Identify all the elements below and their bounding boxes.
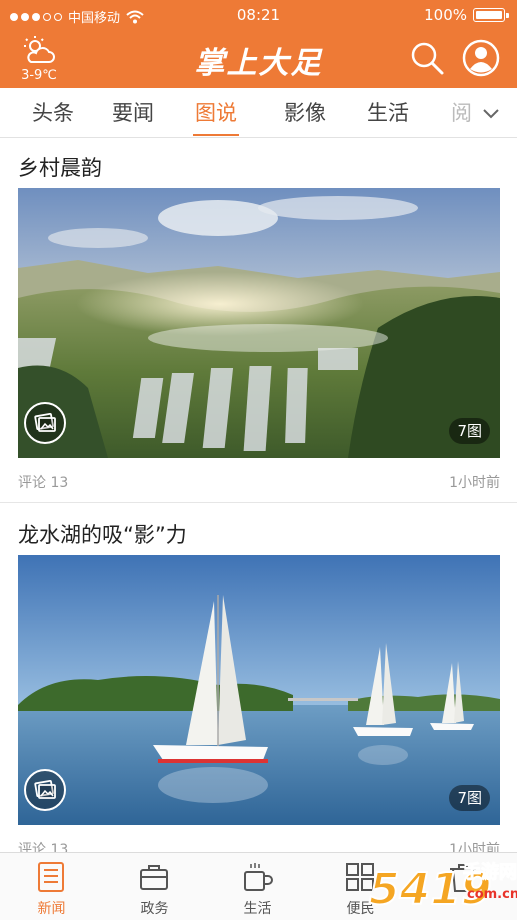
battery-percent: 100% — [424, 6, 467, 24]
nav-government[interactable]: 政务 — [103, 853, 206, 920]
gallery-icon — [24, 769, 66, 811]
article-photo[interactable]: 7图 — [18, 555, 500, 825]
status-bar: 中国移动 08:21 100% — [0, 0, 517, 30]
tab-headlines[interactable]: 头条 — [32, 88, 74, 138]
briefcase-icon — [140, 865, 168, 890]
battery-status: 100% — [424, 6, 509, 24]
photo-count-badge: 7图 — [449, 785, 490, 811]
user-profile-button[interactable] — [461, 38, 501, 78]
nav-life[interactable]: 生活 — [206, 853, 309, 920]
cup-icon — [244, 863, 273, 891]
nav-label: 政务 — [140, 901, 169, 917]
comment-count[interactable]: 评论 13 — [18, 472, 68, 492]
app-header: 3-9℃ 掌上大足 — [0, 30, 517, 88]
divider — [0, 502, 517, 503]
category-tabs: 头条 要闻 图说 影像 生活 阅 — [0, 88, 517, 138]
tab-life[interactable]: 生活 — [367, 88, 409, 138]
nav-label: 新闻 — [37, 901, 66, 917]
newspaper-icon — [38, 862, 64, 892]
article-photo[interactable]: 7图 — [18, 188, 500, 458]
article-card[interactable]: 龙水湖的吸“影”力 7图 评论 13 1小时前 — [0, 519, 517, 859]
tab-photo-stories[interactable]: 图说 — [193, 88, 239, 138]
svg-text:com.cn: com.cn — [467, 887, 517, 902]
site-watermark-logo: 5419 手游网 com.cn — [368, 861, 517, 917]
nav-label: 生活 — [243, 901, 272, 917]
nav-news[interactable]: 新闻 — [0, 853, 103, 920]
user-icon — [462, 39, 500, 77]
chevron-down-icon[interactable] — [481, 103, 501, 123]
lake-sailboats-image — [18, 555, 500, 825]
battery-icon — [473, 8, 509, 22]
app-screen: 中国移动 08:21 100% 3-9℃ 掌上大足 头条 要闻 图说 影像 生活… — [0, 0, 517, 920]
gallery-icon — [24, 402, 66, 444]
article-meta: 评论 13 1小时前 — [18, 472, 500, 492]
search-icon — [411, 42, 444, 75]
photo-count-badge: 7图 — [449, 418, 490, 444]
tab-reading[interactable]: 阅 — [451, 88, 473, 138]
search-button[interactable] — [407, 38, 447, 78]
tab-important-news[interactable]: 要闻 — [112, 88, 154, 138]
tab-images[interactable]: 影像 — [284, 88, 326, 138]
article-title[interactable]: 龙水湖的吸“影”力 — [18, 519, 187, 549]
publish-time: 1小时前 — [449, 475, 500, 491]
article-title[interactable]: 乡村晨韵 — [18, 152, 102, 182]
svg-text:手游网: 手游网 — [463, 861, 517, 883]
rural-morning-landscape-image — [18, 188, 500, 458]
article-card[interactable]: 乡村晨韵 7图 评论 13 1小时前 — [0, 152, 517, 502]
